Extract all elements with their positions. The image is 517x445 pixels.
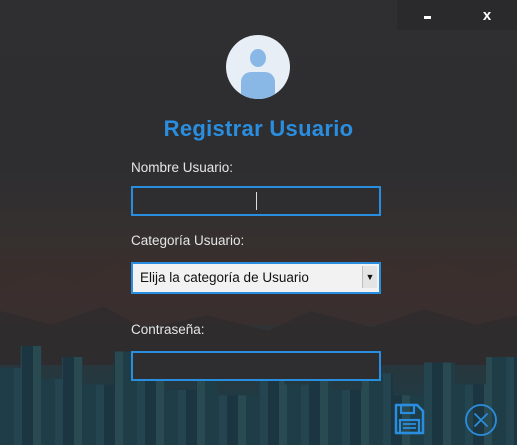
category-selected-value: Elija la categoría de Usuario [140, 270, 309, 285]
minimize-button[interactable] [397, 0, 457, 30]
save-icon [394, 403, 425, 435]
form-title: Registrar Usuario [163, 116, 354, 141]
cancel-icon [465, 404, 497, 436]
username-input[interactable] [131, 186, 381, 216]
password-label: Contraseña: [131, 322, 205, 337]
save-button[interactable] [392, 402, 426, 436]
dropdown-arrow-icon[interactable]: ▼ [362, 266, 377, 288]
category-label: Categoría Usuario: [131, 233, 245, 248]
user-avatar-icon [226, 35, 290, 99]
close-button[interactable]: x [457, 0, 517, 30]
cancel-button[interactable] [464, 403, 498, 437]
password-input[interactable] [131, 351, 381, 381]
category-select[interactable]: Elija la categoría de Usuario ▼ [131, 262, 381, 294]
username-label: Nombre Usuario: [131, 160, 234, 175]
text-caret [256, 192, 257, 210]
minimize-icon [423, 15, 431, 19]
